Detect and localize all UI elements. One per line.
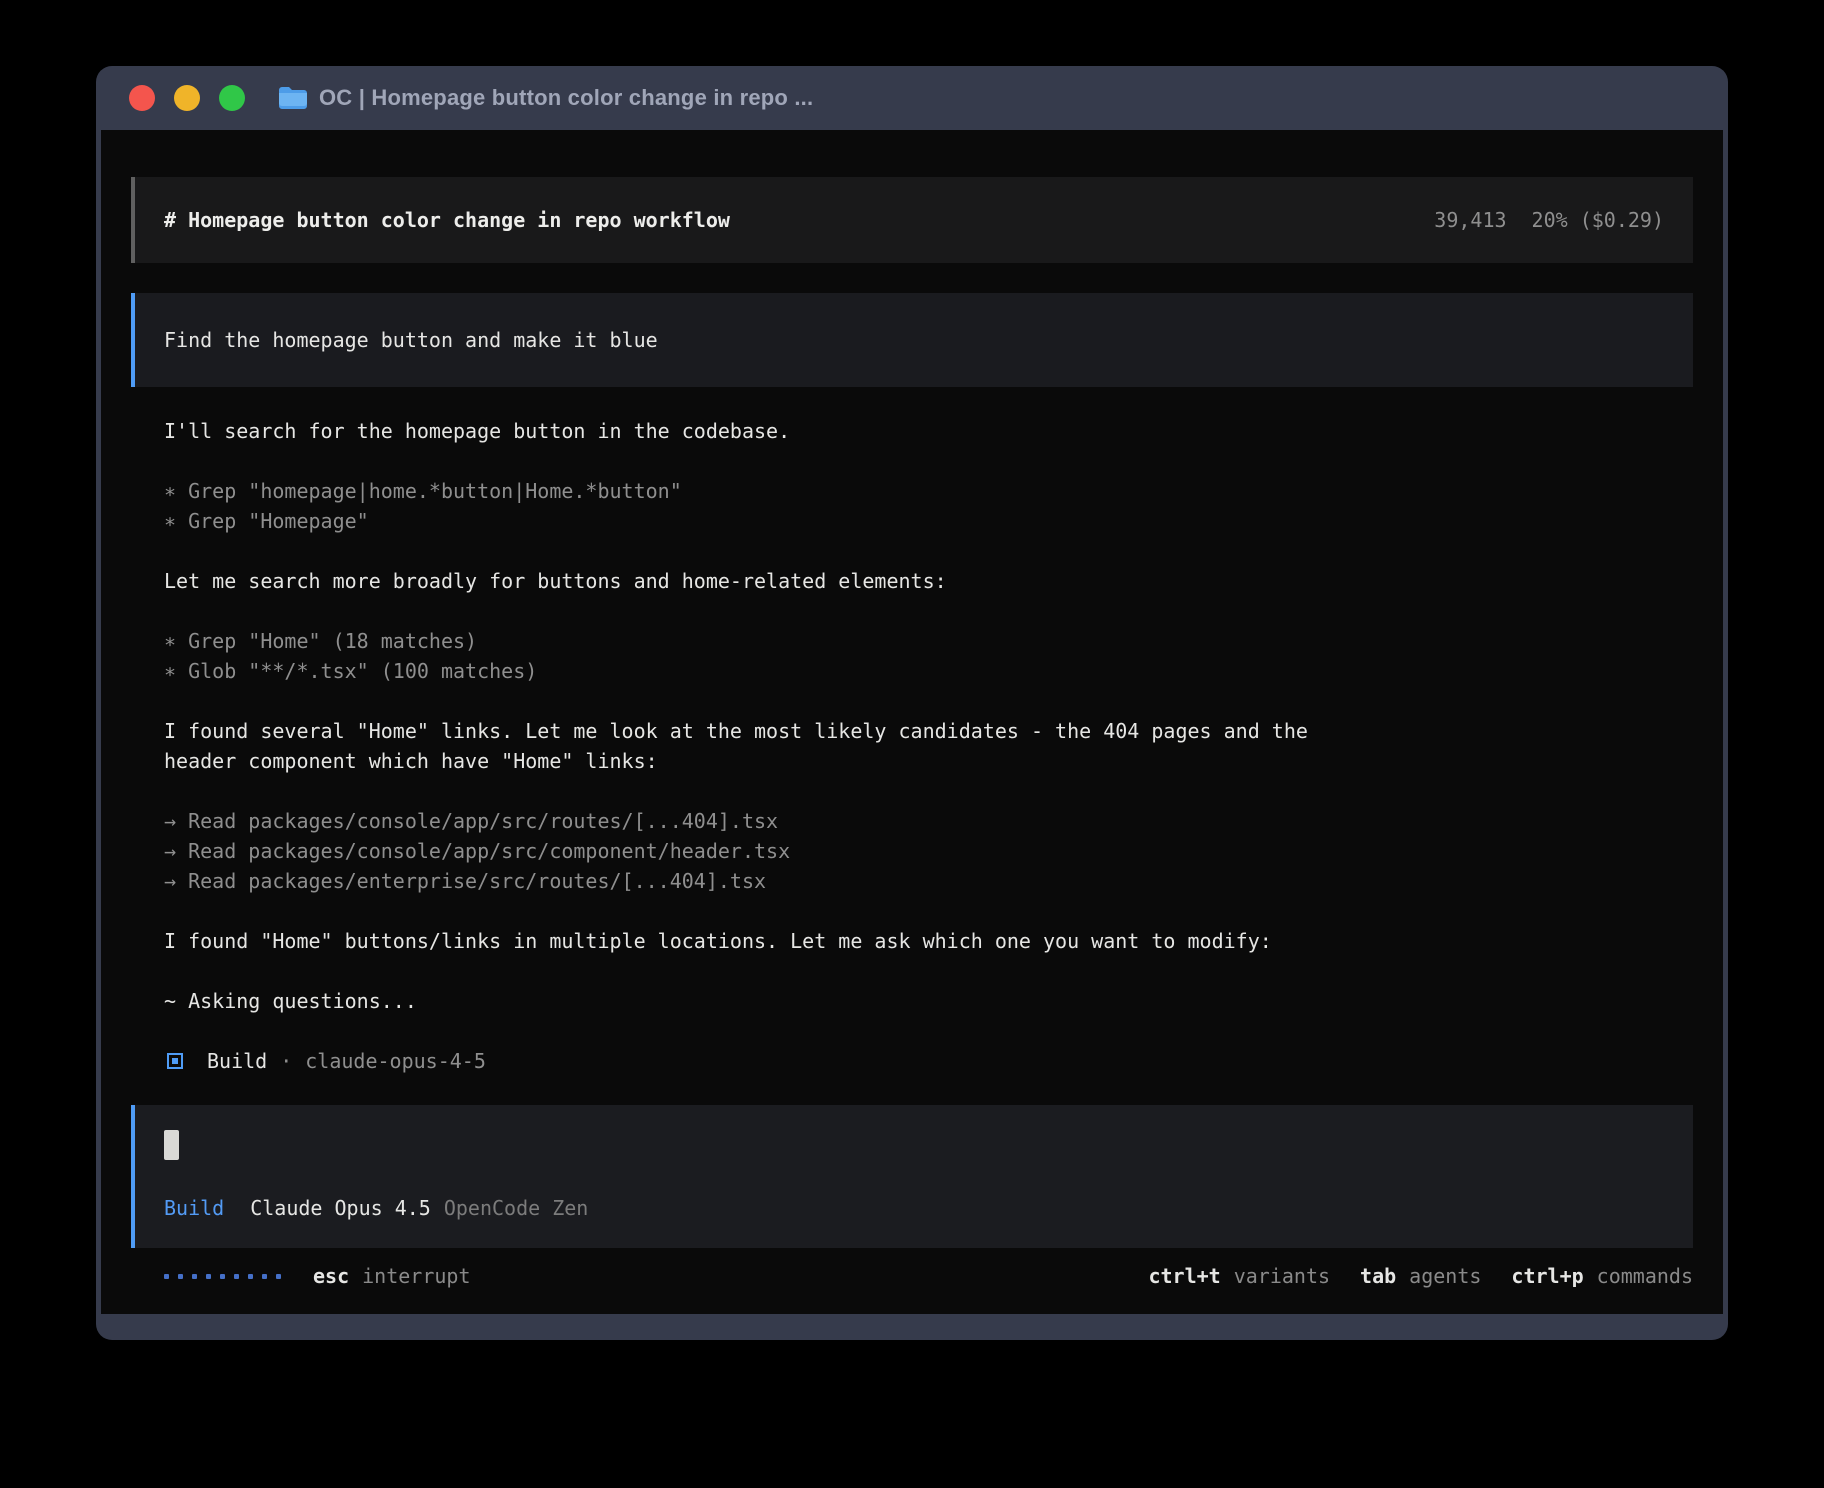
spinner-dot bbox=[220, 1274, 225, 1279]
blank-line bbox=[164, 776, 1693, 806]
agent-name: Build bbox=[207, 1046, 267, 1076]
text-cursor bbox=[164, 1130, 179, 1160]
spinner-dot bbox=[164, 1274, 169, 1279]
input-footer: Build Claude Opus 4.5 OpenCode Zen bbox=[164, 1193, 1664, 1223]
spinner-dot bbox=[192, 1274, 197, 1279]
spinner-dot bbox=[234, 1274, 239, 1279]
assistant-transcript: I'll search for the homepage button in t… bbox=[164, 416, 1693, 1076]
tool-call-line: ∗ Glob "**/*.tsx" (100 matches) bbox=[164, 656, 1693, 686]
variants-key: ctrl+t bbox=[1148, 1261, 1220, 1291]
terminal-content: # Homepage button color change in repo w… bbox=[101, 130, 1723, 1314]
context-usage: 20% ($0.29) bbox=[1532, 205, 1664, 235]
traffic-lights bbox=[129, 85, 245, 111]
assistant-text-line: I found several "Home" links. Let me loo… bbox=[164, 716, 1693, 746]
hint-commands: ctrl+p commands bbox=[1511, 1261, 1693, 1291]
file-read-line: → Read packages/enterprise/src/routes/[.… bbox=[164, 866, 1693, 896]
blank-line bbox=[164, 536, 1693, 566]
zoom-button[interactable] bbox=[219, 85, 245, 111]
spinner-dot bbox=[262, 1274, 267, 1279]
session-title: # Homepage button color change in repo w… bbox=[164, 205, 730, 235]
assistant-text-line: header component which have "Home" links… bbox=[164, 746, 1693, 776]
status-left: esc interrupt bbox=[164, 1261, 471, 1291]
assistant-text-line: I'll search for the homepage button in t… bbox=[164, 416, 1693, 446]
tool-call-line: ∗ Grep "Homepage" bbox=[164, 506, 1693, 536]
blank-line bbox=[164, 896, 1693, 926]
blank-line bbox=[164, 1016, 1693, 1046]
working-spinner-dots bbox=[164, 1274, 281, 1279]
input-provider-name: OpenCode Zen bbox=[444, 1193, 589, 1223]
blank-line bbox=[164, 596, 1693, 626]
commands-label: commands bbox=[1597, 1261, 1693, 1291]
tool-call-line: ∗ Grep "homepage|home.*button|Home.*butt… bbox=[164, 476, 1693, 506]
file-read-line: → Read packages/console/app/src/routes/[… bbox=[164, 806, 1693, 836]
terminal-window: OC | Homepage button color change in rep… bbox=[96, 66, 1728, 1340]
agent-square-icon bbox=[167, 1053, 183, 1069]
minimize-button[interactable] bbox=[174, 85, 200, 111]
token-count: 39,413 bbox=[1434, 205, 1506, 235]
agents-key: tab bbox=[1360, 1261, 1396, 1291]
hint-agents: tab agents bbox=[1360, 1261, 1481, 1291]
spinner-dot bbox=[178, 1274, 183, 1279]
folder-icon bbox=[278, 86, 308, 110]
file-read-line: → Read packages/console/app/src/componen… bbox=[164, 836, 1693, 866]
assistant-text-line: I found "Home" buttons/links in multiple… bbox=[164, 926, 1693, 956]
blank-line bbox=[164, 686, 1693, 716]
spinner-dot bbox=[248, 1274, 253, 1279]
esc-action-label: interrupt bbox=[362, 1261, 470, 1291]
blank-line bbox=[164, 956, 1693, 986]
separator-dot: · bbox=[280, 1046, 292, 1076]
agents-label: agents bbox=[1409, 1261, 1481, 1291]
input-mode-badge[interactable]: Build bbox=[164, 1193, 224, 1223]
esc-key-hint: esc bbox=[313, 1261, 349, 1291]
agent-model: claude-opus-4-5 bbox=[305, 1046, 486, 1076]
input-model-name[interactable]: Claude Opus 4.5 bbox=[250, 1193, 431, 1223]
blank-line bbox=[164, 446, 1693, 476]
titlebar: OC | Homepage button color change in rep… bbox=[101, 66, 1723, 130]
hint-variants: ctrl+t variants bbox=[1148, 1261, 1330, 1291]
status-right: ctrl+t variants tab agents ctrl+p comman… bbox=[1148, 1261, 1693, 1291]
activity-status-line: ~ Asking questions... bbox=[164, 986, 1693, 1016]
status-bar: esc interrupt ctrl+t variants tab agents… bbox=[131, 1261, 1693, 1291]
commands-key: ctrl+p bbox=[1511, 1261, 1583, 1291]
close-button[interactable] bbox=[129, 85, 155, 111]
variants-label: variants bbox=[1234, 1261, 1330, 1291]
spinner-dot bbox=[276, 1274, 281, 1279]
session-header: # Homepage button color change in repo w… bbox=[131, 177, 1693, 263]
user-message-text: Find the homepage button and make it blu… bbox=[164, 325, 658, 355]
user-message: Find the homepage button and make it blu… bbox=[131, 293, 1693, 387]
window-title: OC | Homepage button color change in rep… bbox=[319, 85, 813, 111]
assistant-text-line: Let me search more broadly for buttons a… bbox=[164, 566, 1693, 596]
agent-update-row: Build · claude-opus-4-5 bbox=[164, 1046, 1693, 1076]
tool-call-line: ∗ Grep "Home" (18 matches) bbox=[164, 626, 1693, 656]
prompt-input[interactable]: Build Claude Opus 4.5 OpenCode Zen bbox=[131, 1105, 1693, 1248]
spinner-dot bbox=[206, 1274, 211, 1279]
session-stats: 39,413 20% ($0.29) bbox=[1434, 205, 1664, 235]
